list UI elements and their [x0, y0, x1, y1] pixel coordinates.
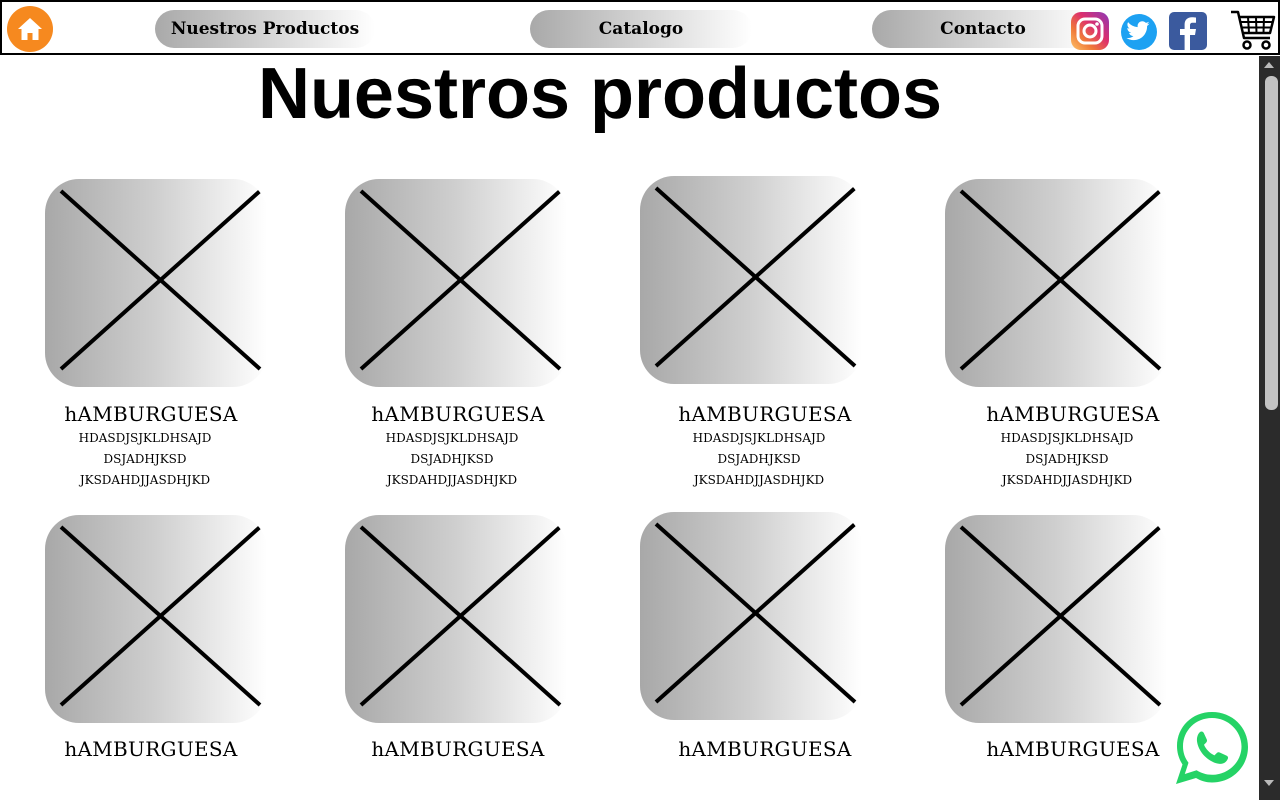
whatsapp-icon [1176, 712, 1248, 784]
image-missing-x-icon [959, 525, 1162, 707]
scroll-up-arrow-icon[interactable] [1264, 62, 1274, 68]
scrollbar-thumb[interactable] [1265, 76, 1278, 410]
product-image-placeholder[interactable] [345, 179, 567, 387]
home-icon [18, 18, 42, 40]
product-name: hAMBURGUESA [371, 737, 545, 761]
product-name: hAMBURGUESA [64, 737, 238, 761]
product-name: hAMBURGUESA [678, 737, 852, 761]
shopping-cart-icon[interactable] [1228, 8, 1278, 52]
product-description-line: JKSDAHDJJASDHJKD [79, 473, 211, 487]
product-description-line: DSJADHJKSD [717, 452, 801, 466]
product-description-line: JKSDAHDJJASDHJKD [693, 473, 825, 487]
product-description-line: DSJADHJKSD [1025, 452, 1109, 466]
product-description-line: DSJADHJKSD [410, 452, 494, 466]
product-image-placeholder[interactable] [945, 179, 1167, 387]
product-description-line: DSJADHJKSD [103, 452, 187, 466]
image-missing-x-icon [59, 525, 262, 707]
image-missing-x-icon [654, 522, 857, 704]
home-button[interactable] [7, 6, 53, 52]
product-description-line: HDASDJSJKLDHSAJD [385, 431, 519, 445]
product-image-placeholder[interactable] [945, 515, 1167, 723]
nav-link-nuestros-productos[interactable]: Nuestros Productos [155, 10, 375, 48]
product-description-line: HDASDJSJKLDHSAJD [692, 431, 826, 445]
image-missing-x-icon [959, 189, 1162, 371]
product-image-placeholder[interactable] [45, 179, 267, 387]
twitter-icon[interactable] [1121, 14, 1157, 50]
product-name: hAMBURGUESA [371, 402, 545, 426]
product-description-line: HDASDJSJKLDHSAJD [78, 431, 212, 445]
facebook-icon[interactable] [1169, 12, 1207, 50]
nav-link-catalogo[interactable]: Catalogo [530, 10, 752, 48]
image-missing-x-icon [59, 189, 262, 371]
nav-link-contacto[interactable]: Contacto [872, 10, 1094, 48]
product-description-line: JKSDAHDJJASDHJKD [1001, 473, 1133, 487]
whatsapp-button[interactable] [1172, 708, 1252, 788]
product-description-line: JKSDAHDJJASDHJKD [386, 473, 518, 487]
product-image-placeholder[interactable] [345, 515, 567, 723]
product-description-line: HDASDJSJKLDHSAJD [1000, 431, 1134, 445]
product-name: hAMBURGUESA [678, 402, 852, 426]
scroll-down-arrow-icon[interactable] [1264, 780, 1274, 786]
product-name: hAMBURGUESA [986, 737, 1160, 761]
product-name: hAMBURGUESA [986, 402, 1160, 426]
product-image-placeholder[interactable] [45, 515, 267, 723]
image-missing-x-icon [359, 525, 562, 707]
product-name: hAMBURGUESA [64, 402, 238, 426]
instagram-icon[interactable] [1071, 12, 1109, 50]
image-missing-x-icon [654, 186, 857, 368]
page-title: Nuestros productos [257, 54, 943, 134]
product-image-placeholder[interactable] [640, 176, 862, 384]
product-image-placeholder[interactable] [640, 512, 862, 720]
image-missing-x-icon [359, 189, 562, 371]
top-navbar: Nuestros Productos Catalogo Contacto [0, 0, 1280, 55]
